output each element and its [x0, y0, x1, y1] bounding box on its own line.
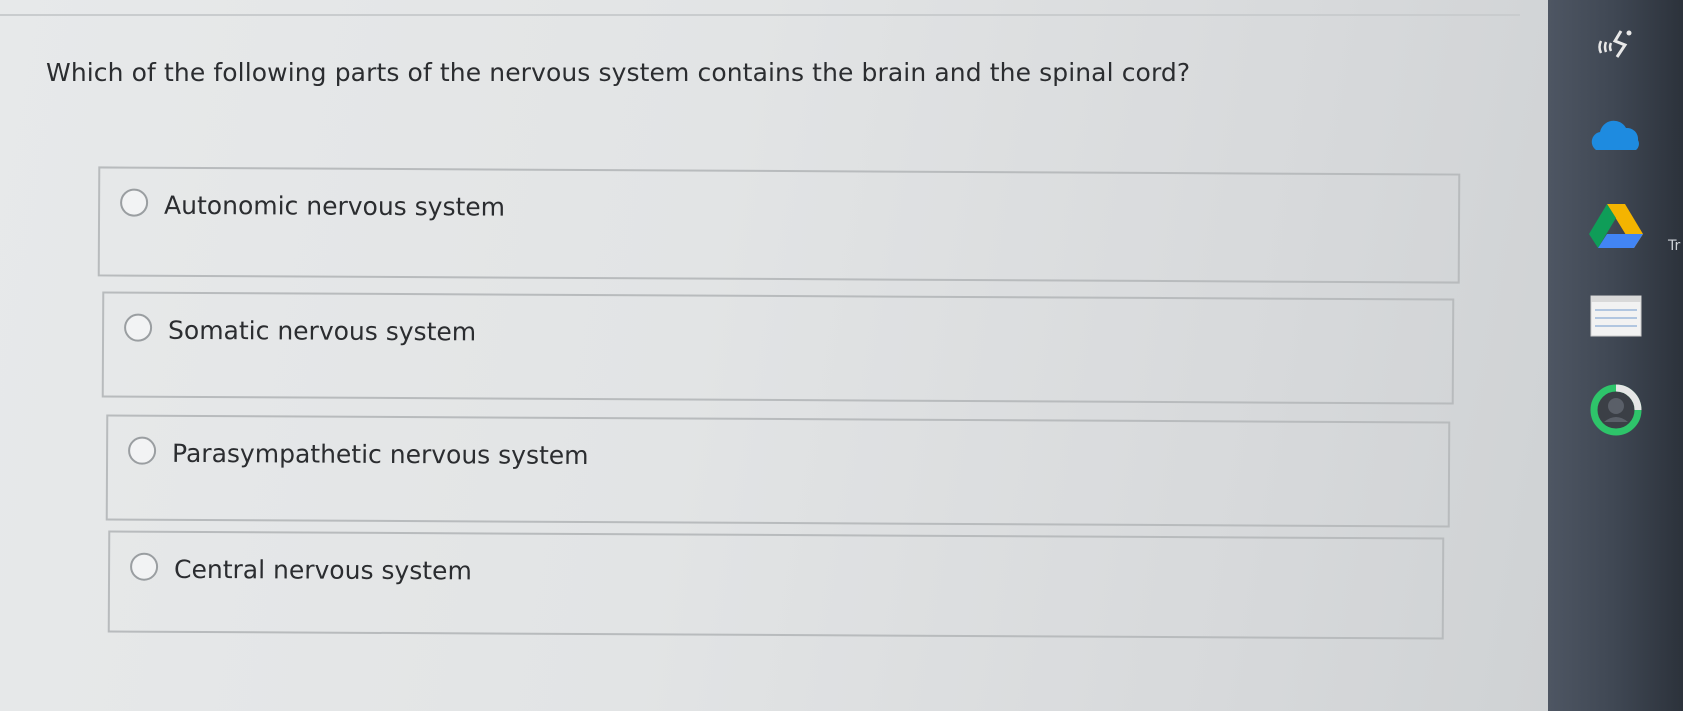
quiz-screen: Which of the following parts of the nerv… — [0, 0, 1548, 711]
truncated-edge-text: Tr — [1668, 238, 1681, 254]
header-divider — [0, 14, 1520, 16]
answer-option-autonomic[interactable]: Autonomic nervous system — [97, 166, 1461, 284]
taskbar — [1548, 0, 1683, 711]
answer-label: Somatic nervous system — [168, 315, 477, 347]
onedrive-cloud-icon[interactable] — [1586, 106, 1646, 166]
answer-option-central[interactable]: Central nervous system — [107, 530, 1445, 640]
question-text: Which of the following parts of the nerv… — [46, 58, 1191, 87]
update-ring-icon[interactable] — [1586, 380, 1646, 440]
radio-button[interactable] — [124, 313, 153, 342]
answer-option-somatic[interactable]: Somatic nervous system — [101, 291, 1455, 405]
google-drive-icon[interactable] — [1586, 196, 1646, 256]
radio-button[interactable] — [120, 188, 149, 217]
answer-label: Parasympathetic nervous system — [172, 438, 589, 471]
answer-option-parasympathetic[interactable]: Parasympathetic nervous system — [105, 414, 1451, 528]
answer-label: Autonomic nervous system — [164, 190, 506, 222]
notepad-icon[interactable] — [1586, 286, 1646, 346]
radio-button[interactable] — [128, 436, 157, 465]
radio-button[interactable] — [130, 552, 159, 581]
network-activity-icon[interactable] — [1586, 18, 1646, 78]
answer-label: Central nervous system — [173, 554, 472, 586]
